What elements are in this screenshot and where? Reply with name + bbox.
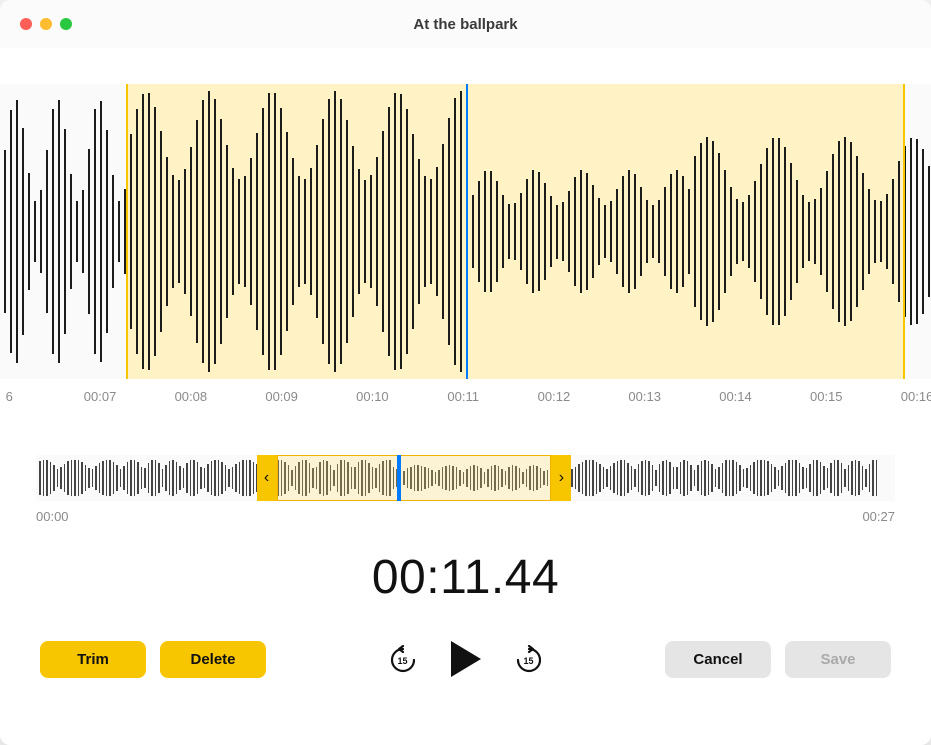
play-button[interactable] — [449, 639, 483, 679]
chevron-right-icon: › — [559, 469, 564, 487]
save-button: Save — [785, 641, 891, 678]
transport-controls: 15 15 — [389, 639, 543, 679]
time-tick: 6 — [6, 389, 13, 404]
delete-button[interactable]: Delete — [160, 641, 266, 678]
time-tick: 00:09 — [265, 389, 298, 404]
overview-playhead[interactable] — [397, 455, 401, 501]
fullscreen-button[interactable] — [60, 18, 72, 30]
detail-time-ruler: 6 00:07 00:08 00:09 00:10 00:11 00:12 00:13 00:1… — [0, 389, 931, 421]
time-tick: 00:10 — [356, 389, 389, 404]
bottom-toolbar: Trim Delete 15 — [0, 639, 931, 725]
playhead[interactable] — [466, 84, 469, 379]
overview-trim-handle-left[interactable]: ‹ — [257, 455, 277, 501]
current-time: 00:11.44 — [0, 550, 931, 605]
skip-forward-15-button[interactable]: 15 — [515, 645, 543, 673]
trim-handle-left[interactable] — [126, 84, 128, 379]
voice-memo-edit-window: At the ballpark 6 00:07 00:08 00:09 00:10 00:… — [0, 0, 931, 745]
overview-end-time: 00:27 — [862, 509, 895, 524]
time-tick: 00:07 — [84, 389, 117, 404]
time-tick: 00:13 — [628, 389, 661, 404]
time-tick: 00:14 — [719, 389, 752, 404]
close-button[interactable] — [20, 18, 32, 30]
time-tick: 00:16 — [901, 389, 931, 404]
cancel-button[interactable]: Cancel — [665, 641, 771, 678]
overview-start-time: 00:00 — [36, 509, 69, 524]
chevron-left-icon: ‹ — [264, 469, 269, 487]
overview-trim-handle-right[interactable]: › — [551, 455, 571, 501]
window-title: At the ballpark — [0, 16, 931, 33]
minimize-button[interactable] — [40, 18, 52, 30]
trim-handle-right[interactable] — [903, 84, 905, 379]
window-controls — [20, 18, 72, 30]
skip-back-amount: 15 — [397, 656, 407, 666]
time-tick: 00:08 — [175, 389, 208, 404]
overview-waveform[interactable]: ‹ › 00:00 00:27 — [36, 455, 895, 524]
time-tick: 00:15 — [810, 389, 843, 404]
titlebar: At the ballpark — [0, 0, 931, 48]
trim-button[interactable]: Trim — [40, 641, 146, 678]
skip-back-15-button[interactable]: 15 — [389, 645, 417, 673]
time-tick: 00:12 — [538, 389, 571, 404]
detail-waveform[interactable] — [0, 84, 931, 379]
skip-forward-amount: 15 — [523, 656, 533, 666]
time-tick: 00:11 — [447, 389, 479, 404]
